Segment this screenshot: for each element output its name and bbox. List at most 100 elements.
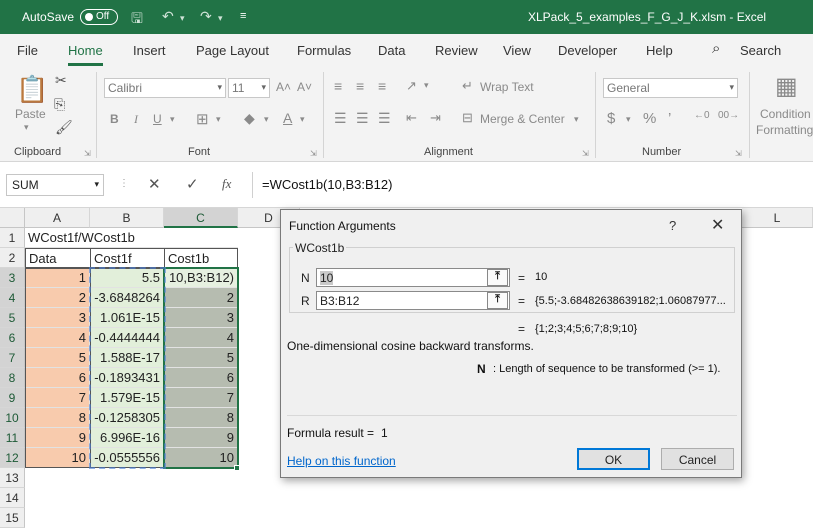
row-header[interactable]: 14	[0, 488, 25, 508]
borders-icon[interactable]: ⊞	[196, 110, 209, 128]
row-header[interactable]: 2	[0, 248, 25, 268]
tab-file[interactable]: File	[17, 43, 38, 58]
increase-font-icon[interactable]: A˄	[276, 80, 291, 94]
percent-icon[interactable]: %	[643, 110, 656, 127]
enter-icon[interactable]: ✓	[186, 175, 199, 193]
fill-dropdown-icon[interactable]: ▾	[264, 114, 269, 125]
format-painter-icon[interactable]: 🖌	[55, 119, 73, 136]
select-all-corner[interactable]	[0, 208, 25, 228]
conditional-formatting-label-2[interactable]: Formatting	[756, 123, 813, 137]
align-right-icon[interactable]: ☰	[378, 110, 391, 127]
align-top-icon[interactable]: ≡	[334, 78, 342, 94]
row-header[interactable]: 12	[0, 448, 25, 468]
paste-icon[interactable]: 📋	[16, 74, 48, 105]
clipboard-launcher-icon[interactable]: ⇲	[84, 149, 91, 158]
row-header[interactable]: 9	[0, 388, 25, 408]
paste-dropdown-icon[interactable]: ▾	[24, 122, 29, 133]
row-header[interactable]: 15	[0, 508, 25, 528]
underline-button[interactable]: U	[153, 112, 162, 126]
cell-a2-header[interactable]: Data	[25, 248, 91, 268]
search-label[interactable]: Search	[740, 43, 781, 58]
cell-c2-header[interactable]: Cost1b	[164, 248, 238, 268]
align-center-icon[interactable]: ☰	[356, 110, 369, 127]
autosave-toggle[interactable]: Off	[80, 9, 118, 25]
name-box[interactable]: SUM ▾	[6, 174, 104, 196]
bold-button[interactable]: B	[110, 112, 119, 126]
row-header[interactable]: 8	[0, 368, 25, 388]
row-header[interactable]: 4	[0, 288, 25, 308]
wrap-text-icon[interactable]: ↵	[462, 78, 473, 94]
row-header[interactable]: 6	[0, 328, 25, 348]
formula-input[interactable]: =WCost1b(10,B3:B12)	[262, 177, 392, 192]
wrap-text-button[interactable]: Wrap Text	[480, 80, 534, 94]
save-icon[interactable]: 🖫	[131, 8, 143, 32]
tab-home[interactable]: Home	[68, 43, 103, 66]
collapse-dialog-icon[interactable]: ⤒	[487, 292, 508, 309]
paste-label[interactable]: Paste	[15, 107, 46, 121]
cell-b2-header[interactable]: Cost1f	[90, 248, 165, 268]
tab-insert[interactable]: Insert	[133, 43, 166, 58]
tab-review[interactable]: Review	[435, 43, 478, 58]
tab-help[interactable]: Help	[646, 43, 673, 58]
font-size-select[interactable]: 11 ▾	[228, 78, 270, 98]
number-launcher-icon[interactable]: ⇲	[735, 149, 742, 158]
redo-dropdown-icon[interactable]: ▾	[218, 13, 223, 24]
align-middle-icon[interactable]: ≡	[356, 78, 364, 94]
row-header[interactable]: 3	[0, 268, 25, 288]
increase-decimal-icon[interactable]: ←0	[694, 110, 710, 121]
fill-handle[interactable]	[234, 465, 240, 471]
arg-r-input[interactable]: B3:B12	[316, 291, 510, 310]
merge-center-icon[interactable]: ⊟	[462, 110, 473, 126]
align-left-icon[interactable]: ☰	[334, 110, 347, 127]
arg-n-input[interactable]: 10	[316, 268, 510, 287]
tab-view[interactable]: View	[503, 43, 531, 58]
customize-qat-icon[interactable]: ≡	[240, 10, 246, 22]
align-bottom-icon[interactable]: ≡	[378, 78, 386, 94]
number-format-select[interactable]: General ▾	[603, 78, 738, 98]
cancel-button[interactable]: Cancel	[661, 448, 734, 470]
copy-icon[interactable]: ⎘	[54, 96, 65, 113]
column-header-b[interactable]: B	[90, 208, 164, 228]
row-header[interactable]: 13	[0, 468, 25, 488]
currency-dropdown-icon[interactable]: ▾	[626, 114, 631, 125]
help-link[interactable]: Help on this function	[287, 454, 396, 468]
column-header-c[interactable]: C	[164, 208, 238, 228]
italic-button[interactable]: I	[134, 112, 138, 127]
tab-developer[interactable]: Developer	[558, 43, 617, 58]
search-icon[interactable]: ⌕	[712, 40, 720, 57]
undo-icon[interactable]: ↶	[162, 8, 174, 25]
cut-icon[interactable]: ✂	[55, 72, 67, 89]
merge-center-button[interactable]: Merge & Center	[480, 112, 565, 126]
font-name-select[interactable]: Calibri ▾	[104, 78, 226, 98]
borders-dropdown-icon[interactable]: ▾	[216, 114, 221, 125]
row-header[interactable]: 11	[0, 428, 25, 448]
redo-icon[interactable]: ↷	[200, 8, 212, 25]
row-header[interactable]: 7	[0, 348, 25, 368]
font-launcher-icon[interactable]: ⇲	[310, 149, 317, 158]
row-header[interactable]: 1	[0, 228, 25, 248]
undo-dropdown-icon[interactable]: ▾	[180, 13, 185, 24]
column-header-l[interactable]: L	[742, 208, 813, 228]
comma-style-icon[interactable]: ’	[668, 110, 671, 127]
cell-a1[interactable]: WCost1f/WCost1b	[25, 228, 238, 248]
conditional-formatting-label-1[interactable]: Condition	[760, 107, 811, 121]
increase-indent-icon[interactable]: ⇥	[430, 110, 441, 126]
orientation-icon[interactable]: ↗	[406, 78, 417, 94]
row-header[interactable]: 10	[0, 408, 25, 428]
alignment-launcher-icon[interactable]: ⇲	[582, 149, 589, 158]
merge-dropdown-icon[interactable]: ▾	[574, 114, 579, 125]
decrease-font-icon[interactable]: A˅	[297, 80, 312, 94]
tab-data[interactable]: Data	[378, 43, 405, 58]
close-icon[interactable]: ✕	[711, 215, 724, 235]
underline-dropdown-icon[interactable]: ▾	[170, 114, 175, 125]
ok-button[interactable]: OK	[577, 448, 650, 470]
more-options-icon[interactable]: ⋮	[119, 178, 129, 189]
fill-color-icon[interactable]: ◆	[244, 110, 255, 127]
tab-page-layout[interactable]: Page Layout	[196, 43, 269, 58]
currency-icon[interactable]: $	[607, 110, 615, 127]
collapse-dialog-icon[interactable]: ⤒	[487, 269, 508, 286]
conditional-formatting-icon[interactable]: ▦	[775, 72, 798, 101]
orientation-dropdown-icon[interactable]: ▾	[424, 80, 429, 91]
decrease-decimal-icon[interactable]: 00→	[718, 110, 739, 121]
tab-formulas[interactable]: Formulas	[297, 43, 351, 58]
